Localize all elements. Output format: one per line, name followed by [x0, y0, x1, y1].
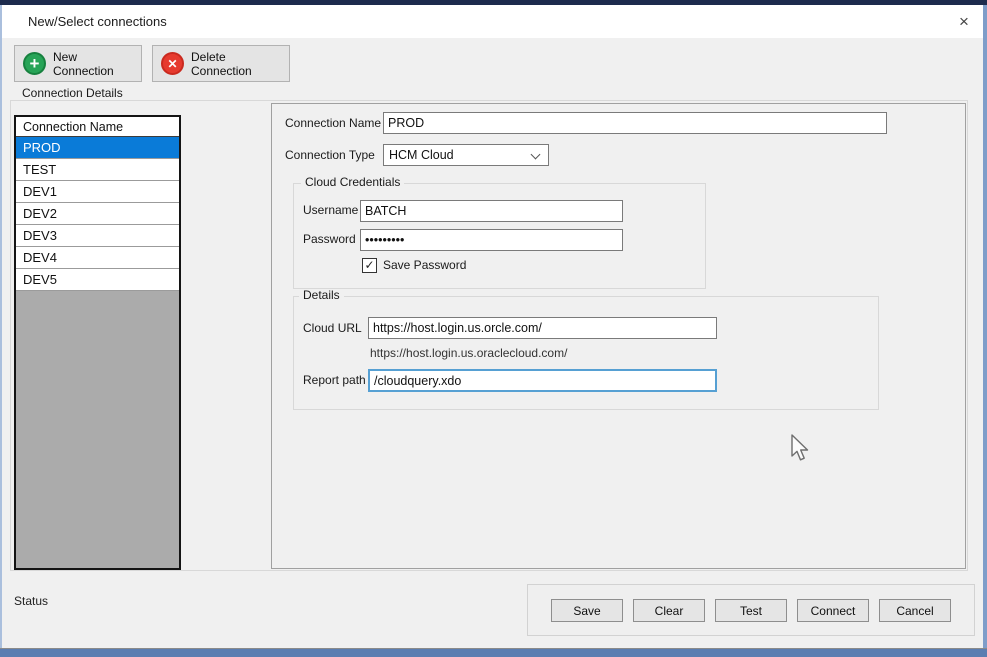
connection-type-value: HCM Cloud — [389, 148, 454, 162]
save-password-label: Save Password — [383, 257, 466, 274]
connection-list: Connection Name PRODTESTDEV1DEV2DEV3DEV4… — [14, 115, 181, 570]
cloud-url-hint: https://host.login.us.oraclecloud.com/ — [370, 344, 567, 362]
password-label: Password — [303, 229, 356, 250]
new-connection-button[interactable]: + New Connection — [14, 45, 142, 82]
plus-icon: + — [23, 52, 46, 75]
status-label: Status — [14, 594, 48, 608]
delete-connection-label: Delete Connection — [191, 50, 279, 78]
title-bar: New/Select connections × — [2, 5, 983, 38]
connection-name-input[interactable] — [383, 112, 887, 134]
cloud-url-label: Cloud URL — [303, 318, 362, 339]
password-input[interactable] — [360, 229, 623, 251]
window-border-left — [0, 5, 2, 657]
report-path-input[interactable] — [368, 369, 717, 392]
list-item-dev2[interactable]: DEV2 — [16, 203, 179, 225]
save-password-checkbox[interactable]: ✓ — [362, 258, 377, 273]
report-path-label: Report path — [303, 370, 366, 391]
connect-button[interactable]: Connect — [797, 599, 869, 622]
list-item-prod[interactable]: PROD — [16, 137, 179, 159]
close-icon[interactable]: × — [950, 9, 978, 35]
list-item-dev3[interactable]: DEV3 — [16, 225, 179, 247]
clear-button[interactable]: Clear — [633, 599, 705, 622]
details-group-title: Details — [299, 289, 344, 302]
footer-button-panel: Save Clear Test Connect Cancel — [527, 584, 975, 636]
window-border-bottom — [0, 648, 987, 657]
cloud-url-input[interactable] — [368, 317, 717, 339]
list-item-dev5[interactable]: DEV5 — [16, 269, 179, 291]
cancel-button[interactable]: Cancel — [879, 599, 951, 622]
connection-type-label: Connection Type — [285, 145, 375, 166]
window-title: New/Select connections — [28, 5, 167, 38]
delete-connection-button[interactable]: ✕ Delete Connection — [152, 45, 290, 82]
connection-type-dropdown[interactable]: HCM Cloud — [383, 144, 549, 166]
dialog-window: New/Select connections × + New Connectio… — [0, 0, 987, 657]
cloud-credentials-group-title: Cloud Credentials — [301, 176, 404, 189]
list-item-test[interactable]: TEST — [16, 159, 179, 181]
save-button[interactable]: Save — [551, 599, 623, 622]
chevron-down-icon — [531, 150, 541, 160]
window-border-right — [983, 5, 987, 657]
username-input[interactable] — [360, 200, 623, 222]
connection-name-label: Connection Name — [285, 113, 381, 134]
list-item-dev1[interactable]: DEV1 — [16, 181, 179, 203]
connection-list-header: Connection Name — [16, 117, 179, 137]
new-connection-label: New Connection — [53, 50, 131, 78]
list-item-dev4[interactable]: DEV4 — [16, 247, 179, 269]
connection-details-group-title: Connection Details — [18, 87, 127, 100]
username-label: Username — [303, 200, 358, 221]
cross-icon: ✕ — [161, 52, 184, 75]
test-button[interactable]: Test — [715, 599, 787, 622]
connection-list-rows: PRODTESTDEV1DEV2DEV3DEV4DEV5 — [16, 137, 179, 291]
